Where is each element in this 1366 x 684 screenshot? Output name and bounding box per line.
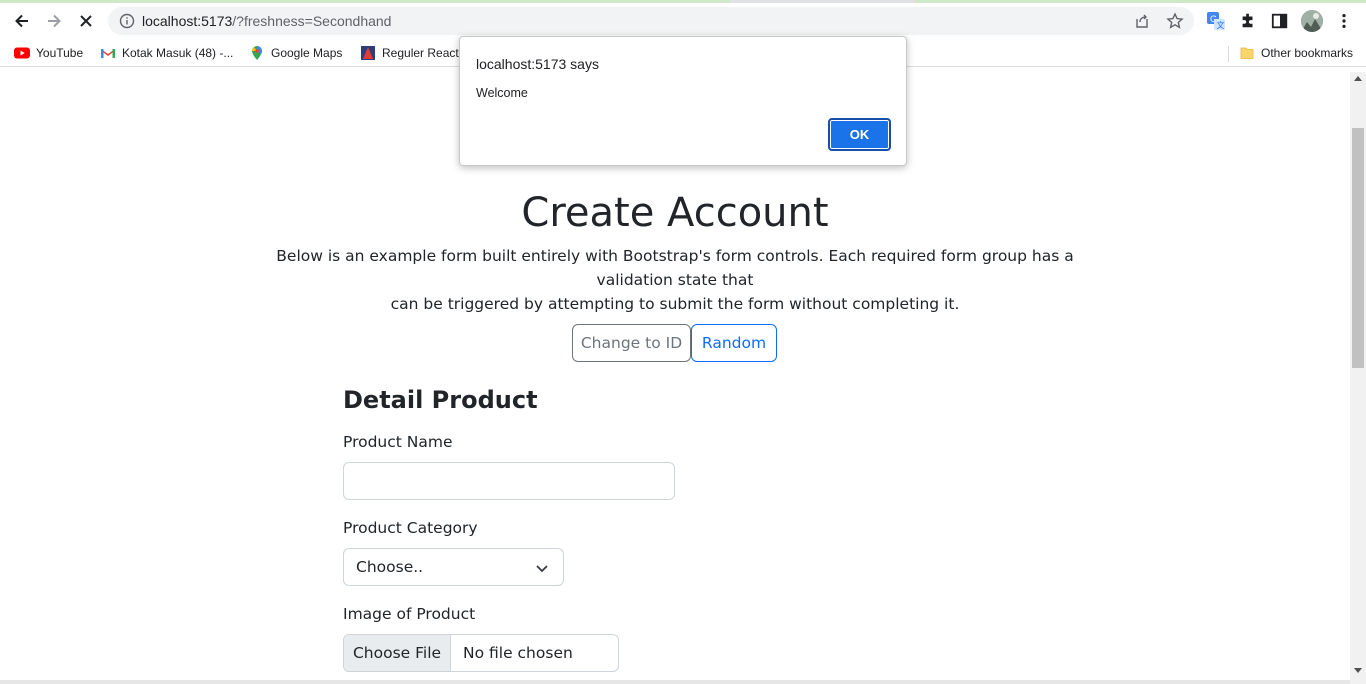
url-text[interactable]: localhost:5173/?freshness=Secondhand [142, 13, 391, 29]
info-icon[interactable] [119, 13, 135, 29]
bookmark-reguler-react[interactable]: Reguler React [360, 44, 459, 62]
side-panel-icon[interactable] [1269, 10, 1291, 32]
select-value: Choose.. [356, 558, 424, 576]
page-lead: Below is an example form built entirely … [236, 244, 1114, 316]
back-button[interactable] [8, 7, 36, 35]
youtube-icon [14, 45, 30, 61]
dialog-message: Welcome [476, 86, 528, 100]
browser-toolbar: localhost:5173/?freshness=Secondhand G文 [0, 3, 1366, 39]
vertical-scrollbar[interactable] [1350, 72, 1366, 684]
bookmark-label: Reguler React [382, 46, 459, 60]
product-category-select[interactable]: Choose.. [343, 548, 564, 586]
folder-icon [1239, 45, 1255, 61]
section-title: Detail Product [343, 386, 538, 414]
bookmarks-separator [1228, 46, 1229, 62]
reguler-react-icon [360, 45, 376, 61]
stop-loading-button[interactable] [72, 7, 100, 35]
scroll-up-arrow-icon[interactable] [1354, 76, 1362, 81]
url-host: localhost:5173 [142, 13, 233, 29]
address-bar[interactable]: localhost:5173/?freshness=Secondhand [108, 7, 1194, 35]
bookmark-gmail[interactable]: Kotak Masuk (48) -... [100, 44, 233, 62]
maps-pin-icon [249, 45, 265, 61]
forward-button[interactable] [40, 7, 68, 35]
other-bookmarks[interactable]: Other bookmarks [1239, 44, 1353, 62]
other-bookmarks-label: Other bookmarks [1261, 46, 1354, 60]
translate-extension-icon[interactable]: G文 [1205, 10, 1227, 32]
choose-file-button[interactable]: Choose File [344, 635, 451, 671]
image-file-input[interactable]: Choose File No file chosen [343, 634, 619, 672]
back-arrow-icon [15, 14, 28, 28]
scrollbar-thumb[interactable] [1352, 128, 1364, 368]
browser-menu-icon[interactable] [1333, 10, 1355, 32]
scroll-down-arrow-icon[interactable] [1354, 668, 1362, 673]
alert-dialog: localhost:5173 says Welcome OK [459, 36, 907, 166]
no-file-text: No file chosen [463, 644, 573, 662]
bookmark-label: YouTube [36, 46, 84, 60]
forward-arrow-icon [48, 14, 61, 28]
url-path: /?freshness=Secondhand [232, 13, 392, 29]
random-button[interactable]: Random [691, 324, 777, 362]
bookmark-google-maps[interactable]: Google Maps [249, 44, 342, 62]
extensions-puzzle-icon[interactable] [1237, 10, 1259, 32]
product-name-input[interactable] [343, 462, 675, 500]
horizontal-scrollbar[interactable] [0, 680, 1350, 684]
close-icon [80, 15, 92, 27]
lead-line-2: can be triggered by attempting to submit… [390, 295, 960, 313]
bookmark-label: Kotak Masuk (48) -... [122, 46, 234, 60]
profile-avatar[interactable] [1301, 10, 1323, 32]
bookmark-label: Google Maps [271, 46, 343, 60]
change-to-id-button[interactable]: Change to ID [572, 324, 691, 362]
image-of-product-label: Image of Product [343, 605, 476, 623]
dialog-title: localhost:5173 says [476, 56, 599, 72]
page-title: Create Account [521, 190, 829, 236]
svg-text:文: 文 [1217, 20, 1225, 30]
share-icon[interactable] [1134, 13, 1150, 29]
ok-button[interactable]: OK [828, 118, 891, 151]
chevron-down-icon [536, 565, 548, 573]
gmail-icon [100, 45, 116, 61]
product-name-label: Product Name [343, 433, 453, 451]
lead-line-1: Below is an example form built entirely … [276, 247, 1074, 289]
bookmark-star-icon[interactable] [1166, 12, 1184, 30]
product-category-label: Product Category [343, 519, 478, 537]
bookmark-youtube[interactable]: YouTube [14, 44, 83, 62]
